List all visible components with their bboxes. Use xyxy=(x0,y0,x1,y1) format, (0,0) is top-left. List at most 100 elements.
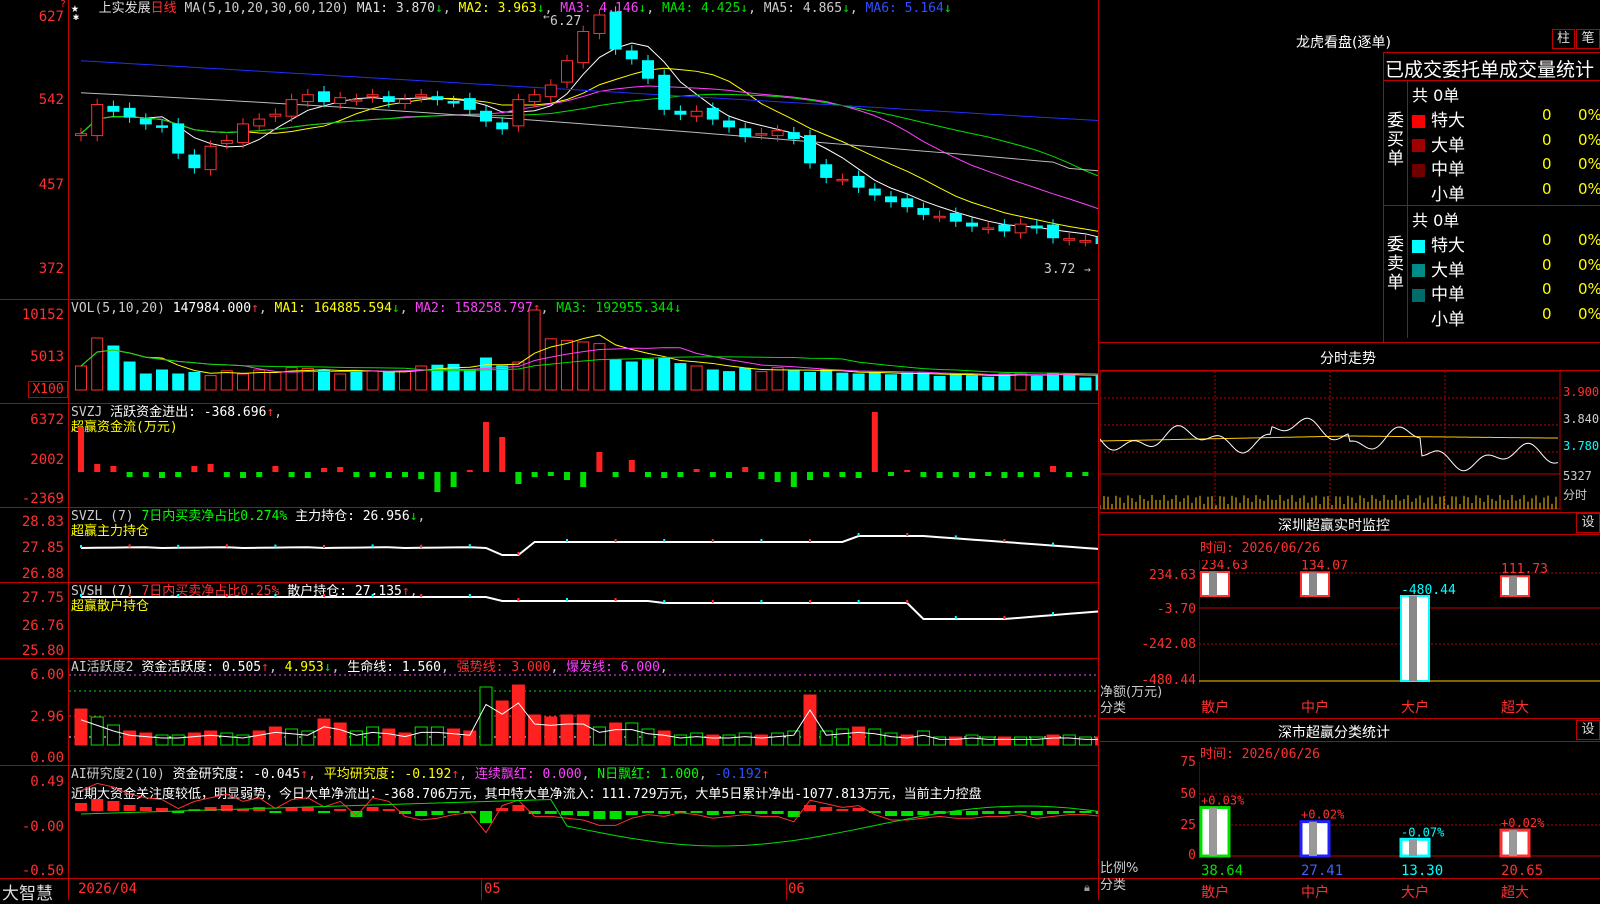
fund-flow-bar[interactable] xyxy=(207,464,214,472)
fund-flow-bar[interactable] xyxy=(823,472,830,477)
activity-bar[interactable] xyxy=(430,726,444,746)
volume-bar[interactable] xyxy=(642,359,654,391)
fund-flow-bar[interactable] xyxy=(904,470,911,472)
fund-flow-bar[interactable] xyxy=(1050,466,1056,472)
activity-bar[interactable] xyxy=(900,734,914,746)
candle[interactable] xyxy=(998,224,1011,232)
candle[interactable] xyxy=(334,97,347,105)
volume-bar[interactable] xyxy=(123,361,136,391)
fund-flow-bar[interactable] xyxy=(1001,472,1008,478)
activity-bar[interactable] xyxy=(366,726,380,746)
fund-flow-bar[interactable] xyxy=(159,472,165,478)
candle[interactable] xyxy=(139,118,152,125)
volume-bar[interactable] xyxy=(658,357,671,391)
volume-bar[interactable] xyxy=(366,370,379,391)
volume-bar[interactable] xyxy=(156,369,168,391)
activity-bar[interactable] xyxy=(706,734,720,746)
volume-bar[interactable] xyxy=(1079,377,1092,391)
volume-bar[interactable] xyxy=(690,365,703,391)
activity-bar[interactable] xyxy=(981,736,995,746)
activity-bar[interactable] xyxy=(495,700,509,746)
activity-bar[interactable] xyxy=(1014,736,1028,746)
research-bar[interactable] xyxy=(544,811,557,814)
sell-row-3[interactable]: 小单 0 0% xyxy=(1412,305,1600,330)
fund-flow-bar[interactable] xyxy=(272,466,279,472)
volume-bar[interactable] xyxy=(1014,372,1027,391)
volume-bar[interactable] xyxy=(917,372,930,391)
candle[interactable] xyxy=(318,91,330,103)
fund-flow-bar[interactable] xyxy=(223,472,230,477)
activity-bar[interactable] xyxy=(511,684,525,746)
volume-bar[interactable] xyxy=(949,373,962,391)
candle[interactable] xyxy=(91,103,104,137)
volume-bar[interactable] xyxy=(723,371,735,391)
activity-bar[interactable] xyxy=(1062,734,1076,746)
volume-bar[interactable] xyxy=(318,369,330,391)
research-bar[interactable] xyxy=(156,808,168,811)
fund-flow-bar[interactable] xyxy=(288,472,295,477)
research-bar[interactable] xyxy=(561,811,573,815)
activity-bar[interactable] xyxy=(819,730,833,746)
research-bar[interactable] xyxy=(75,803,87,811)
candle[interactable] xyxy=(382,96,395,103)
research-bar[interactable] xyxy=(285,808,298,811)
activity-bar[interactable] xyxy=(236,734,250,746)
research-bar[interactable] xyxy=(1063,811,1076,813)
volume-bar[interactable] xyxy=(528,309,541,391)
volume-bar[interactable] xyxy=(399,370,411,391)
volume-bar[interactable] xyxy=(75,365,87,391)
fund-flow-bar[interactable] xyxy=(790,472,797,487)
fund-flow-bar[interactable] xyxy=(985,472,992,476)
candle[interactable] xyxy=(706,107,719,120)
candle[interactable] xyxy=(577,31,590,64)
buy-row-2[interactable]: 中单 0 0% xyxy=(1412,155,1600,180)
fund-flow-bar[interactable] xyxy=(402,472,408,477)
volume-bar[interactable] xyxy=(901,372,914,391)
fund-flow-bar[interactable] xyxy=(612,472,619,477)
research-bar[interactable] xyxy=(139,807,152,811)
bar-mode-button[interactable]: 柱 xyxy=(1552,29,1575,49)
fund-flow-bar[interactable] xyxy=(677,472,684,477)
sell-row-2[interactable]: 中单 0 0% xyxy=(1412,280,1600,305)
candle[interactable] xyxy=(496,122,509,130)
candle[interactable] xyxy=(285,99,298,117)
candle[interactable] xyxy=(415,94,428,98)
volume-bar[interactable] xyxy=(350,371,363,391)
research-bar[interactable] xyxy=(496,808,509,811)
volume-bar[interactable] xyxy=(755,371,768,391)
volume-bar[interactable] xyxy=(382,371,395,391)
candle[interactable] xyxy=(269,113,282,117)
activity-bar[interactable] xyxy=(204,730,218,746)
research-bar[interactable] xyxy=(625,811,638,815)
candle[interactable] xyxy=(399,99,411,105)
fund-flow-bar[interactable] xyxy=(920,472,927,477)
fund-flow-bar[interactable] xyxy=(499,437,506,472)
activity-bar[interactable] xyxy=(139,732,153,746)
buy-row-3[interactable]: 小单 0 0% xyxy=(1412,180,1600,205)
activity-bar[interactable] xyxy=(382,728,396,746)
volume-bar[interactable] xyxy=(787,370,800,391)
fund-flow-bar[interactable] xyxy=(661,472,668,478)
activity-bar[interactable] xyxy=(657,730,671,746)
candle[interactable] xyxy=(755,133,768,136)
candle[interactable] xyxy=(561,60,573,83)
activity-bar[interactable] xyxy=(868,728,882,746)
intraday-chart[interactable]: 3.900 3.840 3.780 5327 分时 xyxy=(1100,371,1600,512)
candle[interactable] xyxy=(1030,225,1043,229)
research-bar[interactable] xyxy=(690,811,703,813)
research-bar[interactable] xyxy=(415,811,428,816)
activity-bar[interactable] xyxy=(106,724,120,746)
volume-bar[interactable] xyxy=(269,371,282,391)
research-bar[interactable] xyxy=(269,811,282,813)
buy-row-1[interactable]: 大单 0 0% xyxy=(1412,131,1600,156)
volume-bar[interactable] xyxy=(836,372,849,391)
fund-flow-bar[interactable] xyxy=(645,472,651,477)
research-bar[interactable] xyxy=(885,811,897,816)
research-bar[interactable] xyxy=(609,811,622,819)
research-bar[interactable] xyxy=(771,811,784,814)
candle[interactable] xyxy=(674,110,687,115)
candle[interactable] xyxy=(593,14,606,34)
activity-bar[interactable] xyxy=(123,730,137,746)
candle[interactable] xyxy=(1095,237,1098,245)
activity-bar[interactable] xyxy=(835,728,849,746)
